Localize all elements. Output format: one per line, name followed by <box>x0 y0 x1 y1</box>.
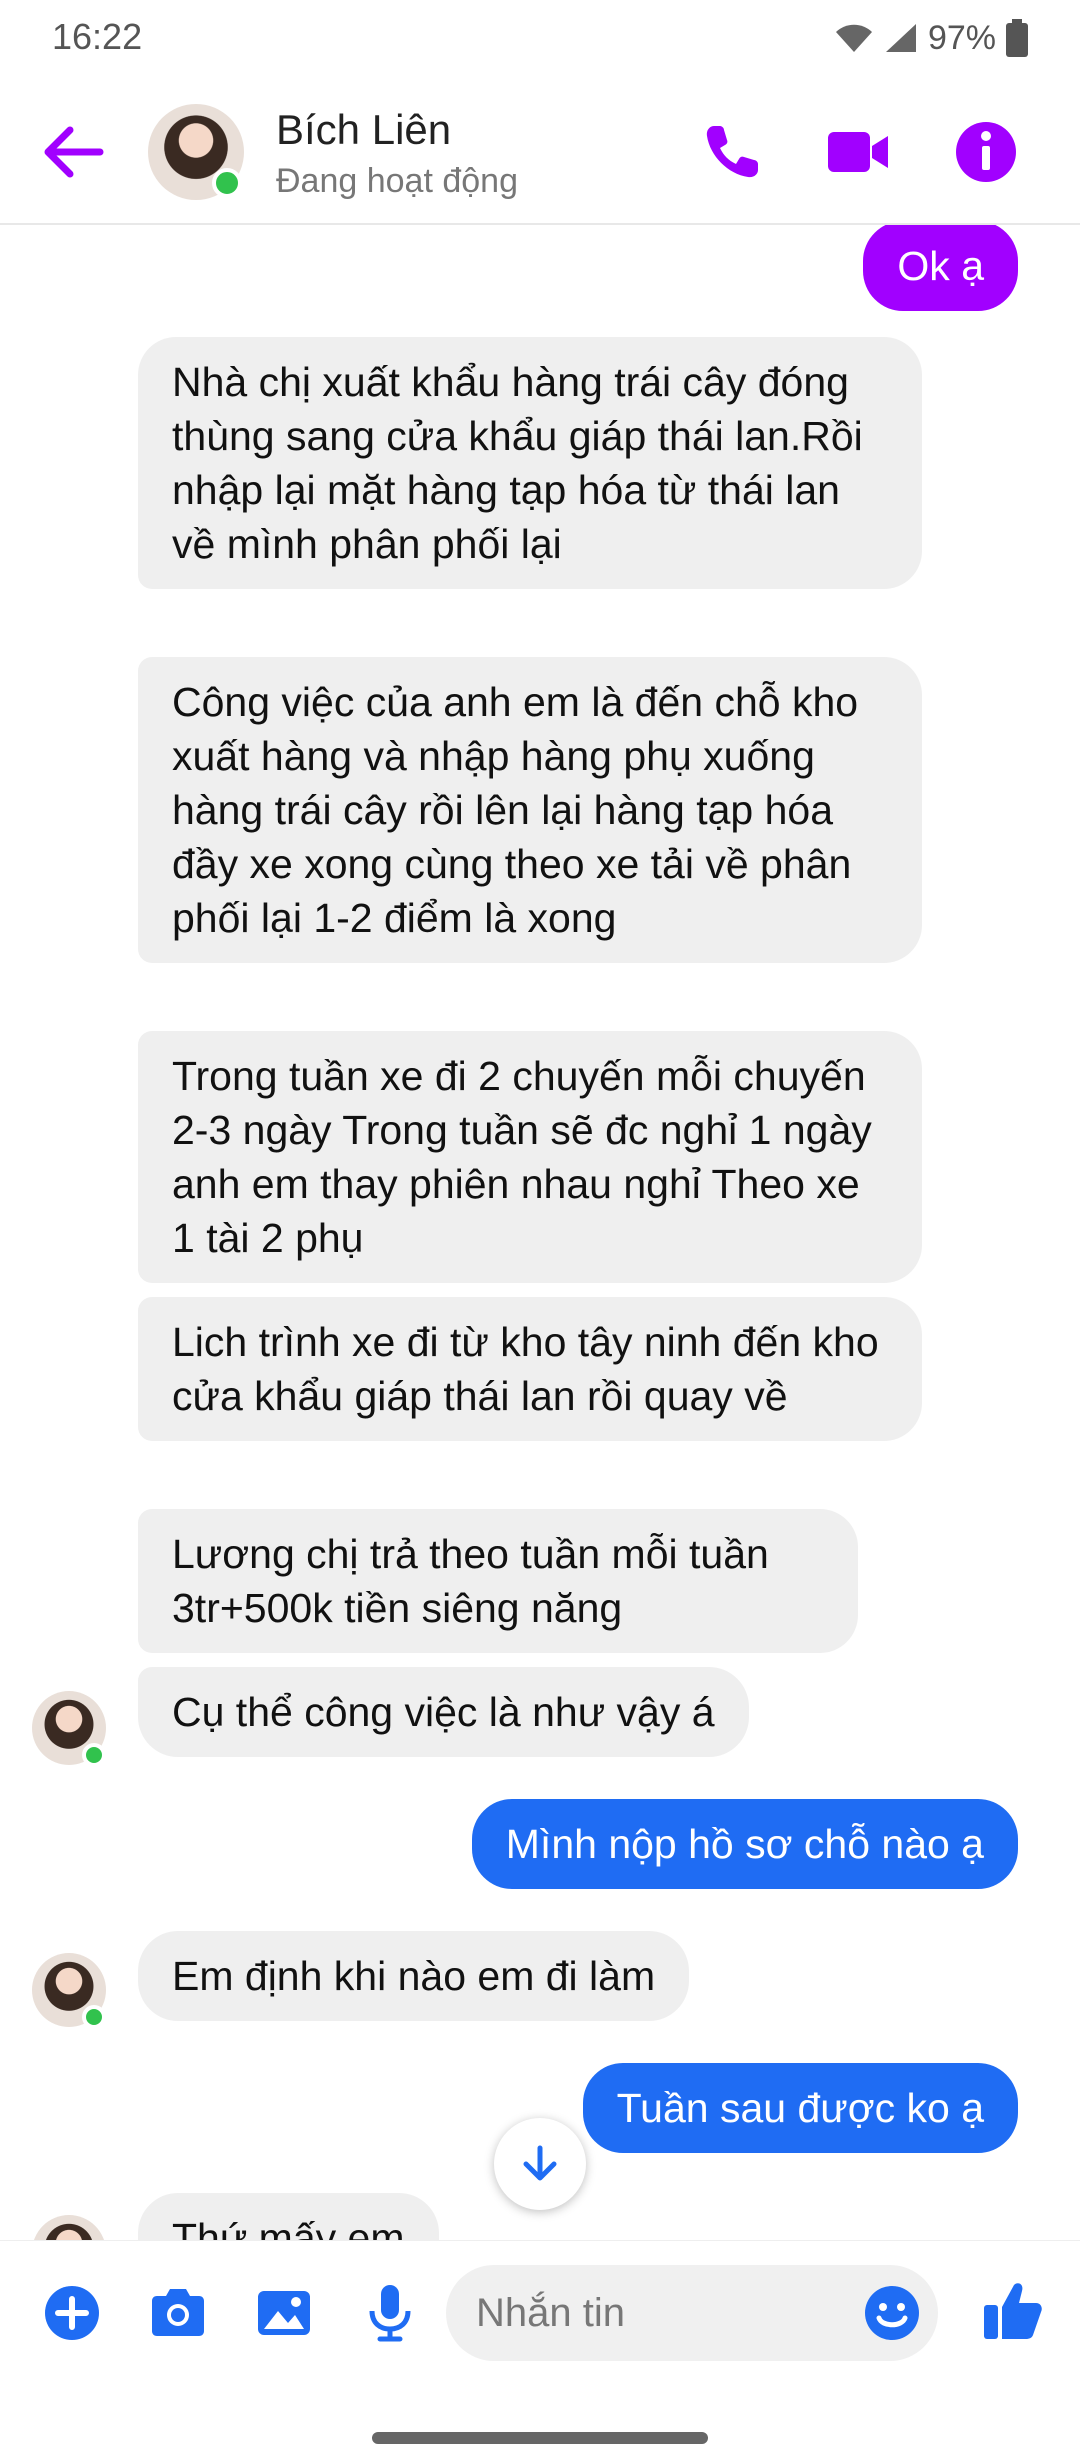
battery-percent: 97% <box>927 18 996 57</box>
online-indicator <box>212 168 242 198</box>
message-outgoing[interactable]: Tuần sau được ko ạ <box>582 2063 1018 2153</box>
plus-icon[interactable] <box>42 2283 102 2343</box>
message-outgoing[interactable]: Mình nộp hồ sơ chỗ nào ạ <box>471 1799 1018 1889</box>
status-bar: 16:22 97% <box>0 0 1080 80</box>
home-indicator[interactable] <box>372 2432 708 2444</box>
message-incoming[interactable]: Em định khi nào em đi làm <box>138 1931 690 2021</box>
status-indicators: 97% <box>834 16 1028 60</box>
online-indicator <box>82 2005 106 2029</box>
contact-name[interactable]: Bích Liên <box>276 106 451 154</box>
message-list[interactable]: Ok ạ Nhà chị xuất khẩu hàng trái cây đón… <box>0 225 1080 2240</box>
message-composer <box>0 2240 1080 2380</box>
contact-status: Đang hoạt động <box>276 162 518 200</box>
message-incoming[interactable]: Lich trình xe đi từ kho tây ninh đến kho… <box>138 1297 922 1441</box>
signal-icon <box>885 24 916 52</box>
thumbs-up-icon[interactable] <box>980 2277 1046 2343</box>
camera-icon[interactable] <box>148 2283 208 2343</box>
online-indicator <box>82 1743 106 1767</box>
phone-icon[interactable] <box>700 120 764 184</box>
microphone-icon[interactable] <box>360 2283 420 2343</box>
scroll-to-bottom-button[interactable] <box>494 2118 586 2210</box>
video-icon[interactable] <box>826 120 890 184</box>
emoji-icon[interactable] <box>862 2283 922 2343</box>
back-arrow-icon[interactable] <box>40 122 110 182</box>
message-incoming[interactable]: Nhà chị xuất khẩu hàng trái cây đóng thù… <box>138 337 922 589</box>
message-incoming[interactable]: Thứ mấy em <box>138 2193 439 2240</box>
battery-icon <box>1006 19 1028 57</box>
contact-avatar-small[interactable] <box>32 2215 106 2240</box>
message-incoming[interactable]: Trong tuần xe đi 2 chuyến mỗi chuyến 2-3… <box>138 1031 922 1283</box>
arrow-down-icon <box>523 2145 557 2181</box>
message-outgoing[interactable]: Ok ạ <box>863 225 1018 311</box>
message-incoming[interactable]: Lương chị trả theo tuần mỗi tuần 3tr+500… <box>138 1509 858 1653</box>
chat-header: Bích Liên Đang hoạt động <box>0 80 1080 225</box>
message-incoming[interactable]: Công việc của anh em là đến chỗ kho xuất… <box>138 657 922 963</box>
image-icon[interactable] <box>254 2283 314 2343</box>
message-incoming[interactable]: Cụ thể công việc là như vậy á <box>138 1667 749 1757</box>
status-time: 16:22 <box>52 16 143 57</box>
wifi-icon <box>835 24 872 52</box>
info-icon[interactable] <box>954 120 1018 184</box>
